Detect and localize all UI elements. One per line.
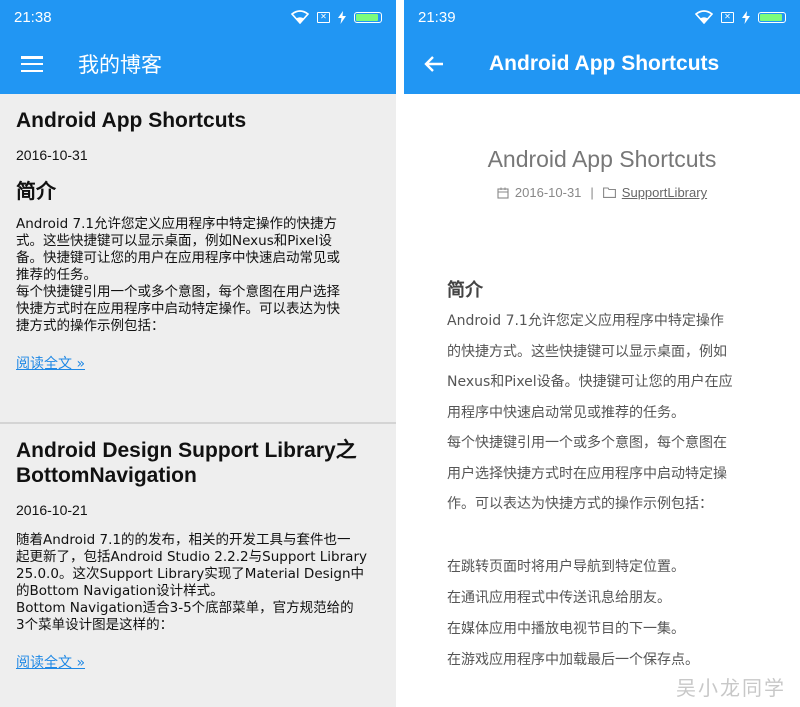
battery-icon	[354, 11, 382, 23]
hamburger-menu-icon[interactable]	[0, 34, 64, 94]
calendar-icon	[497, 187, 509, 199]
back-arrow-icon[interactable]	[404, 34, 464, 94]
app-bar: Android App Shortcuts	[404, 34, 800, 94]
article-date: 2016-10-31	[514, 185, 582, 200]
post-date: 2016-10-31	[16, 147, 88, 163]
sim-off-icon: ✕	[317, 11, 330, 23]
app-title: 我的博客	[78, 53, 162, 77]
article-meta: 2016-10-31 | SupportLibrary	[404, 185, 800, 200]
post-title[interactable]: Android App Shortcuts	[16, 108, 380, 133]
battery-icon	[758, 11, 786, 23]
post-date: 2016-10-21	[16, 502, 88, 518]
read-more-link[interactable]: 阅读全文 »	[16, 353, 85, 373]
read-more-link[interactable]: 阅读全文 »	[16, 652, 85, 672]
status-bar: 21:39 ✕	[404, 0, 800, 34]
charging-icon	[338, 10, 346, 24]
post-card[interactable]: Android App Shortcuts 2016-10-31 简介 Andr…	[0, 94, 396, 422]
wifi-icon	[291, 10, 309, 24]
list-item: 在跳转页面时将用户导航到特定位置。	[447, 558, 685, 575]
list-item: 在通讯应用程式中传送讯息给朋友。	[447, 589, 671, 606]
list-item: 在游戏应用程序中加载最后一个保存点。	[447, 651, 699, 668]
post-title[interactable]: Android Design Support Library之 BottomNa…	[16, 438, 380, 488]
charging-icon	[742, 10, 750, 24]
status-time: 21:38	[14, 8, 52, 26]
category-link[interactable]: SupportLibrary	[622, 185, 707, 200]
app-title: Android App Shortcuts	[489, 52, 720, 75]
app-bar: 我的博客	[0, 34, 396, 94]
article-body: Android 7.1允许您定义应用程序中特定操作 的快捷方式。这些快捷键可以显…	[447, 313, 733, 512]
left-screen: 21:38 ✕ 我的博客 Android App Shortcuts 2016-…	[0, 0, 396, 707]
meta-separator: |	[590, 185, 594, 200]
status-bar: 21:38 ✕	[0, 0, 396, 34]
watermark: 吴小龙同学	[676, 676, 786, 700]
status-time: 21:39	[418, 8, 456, 26]
article-title: Android App Shortcuts	[487, 146, 717, 172]
post-card[interactable]: Android Design Support Library之 BottomNa…	[0, 424, 396, 707]
right-screen: 21:39 ✕ Android App Shortcuts Android Ap…	[404, 0, 800, 707]
example-list: 在跳转页面时将用户导航到特定位置。 在通讯应用程式中传送讯息给朋友。 在媒体应用…	[404, 552, 800, 676]
list-item: 在媒体应用中播放电视节目的下一集。	[447, 620, 685, 637]
wifi-icon	[695, 10, 713, 24]
post-excerpt: 随着Android 7.1的的发布，相关的开发工具与套件也一 起更新了，包括An…	[16, 532, 367, 633]
post-heading: 简介	[16, 179, 56, 203]
sim-off-icon: ✕	[721, 11, 734, 23]
post-excerpt: Android 7.1允许您定义应用程序中特定操作的快捷方 式。这些快捷键可以显…	[16, 216, 340, 334]
article-heading: 简介	[447, 280, 483, 301]
folder-icon	[602, 187, 616, 198]
